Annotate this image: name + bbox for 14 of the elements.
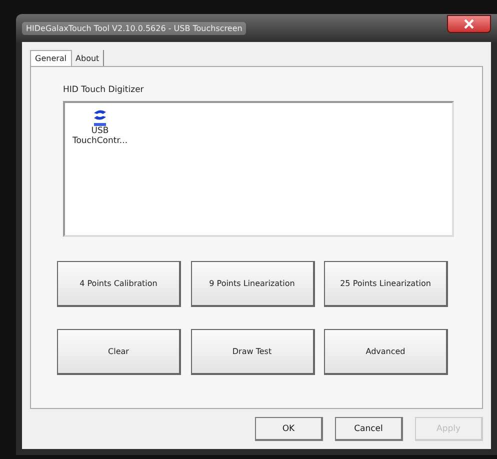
group-label: HID Touch Digitizer	[63, 85, 145, 95]
device-label[interactable]: USB TouchContr...	[72, 127, 128, 147]
close-button[interactable]	[447, 15, 491, 33]
dialog-button[interactable]: OK	[255, 417, 323, 441]
action-button[interactable]: Draw Test	[190, 329, 314, 375]
close-icon	[464, 19, 474, 29]
tab[interactable]: General	[30, 50, 72, 66]
action-button[interactable]: 25 Points Linearization	[324, 261, 448, 307]
action-button[interactable]: 9 Points Linearization	[190, 261, 314, 307]
action-button[interactable]: Clear	[57, 329, 181, 375]
action-button[interactable]: Advanced	[324, 329, 448, 375]
window-title: HIDeGalaxTouch Tool V2.10.0.5626 - USB Touchscreen	[22, 22, 246, 34]
action-button[interactable]: 4 Points Calibration	[57, 261, 181, 307]
dialog-button[interactable]: Cancel	[335, 417, 403, 441]
